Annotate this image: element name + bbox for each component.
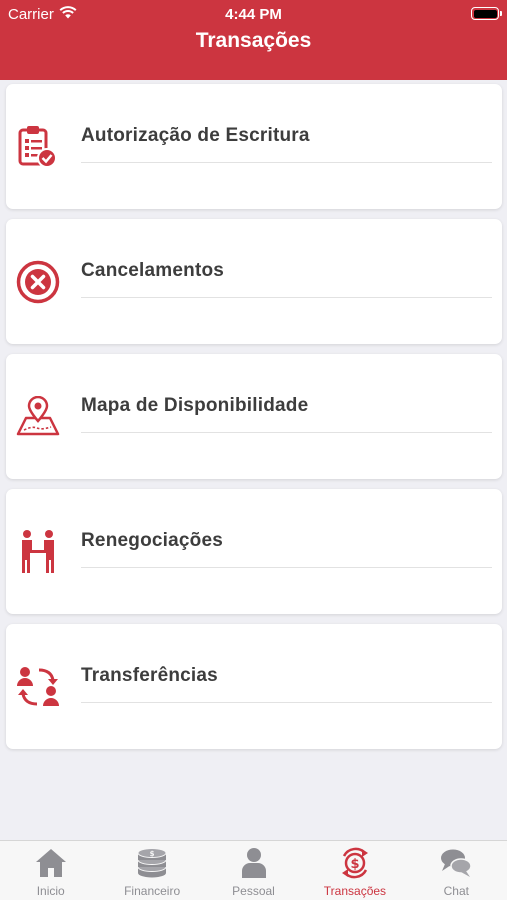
transactions-list: Autorização de Escritura Cancelamentos M… [6, 84, 502, 759]
tab-chat[interactable]: Chat [406, 841, 507, 900]
status-bar: Carrier 4:44 PM [0, 0, 507, 28]
divider [81, 567, 492, 568]
transaction-item-label: Autorização de Escritura [81, 125, 310, 146]
tab-label: Inicio [36, 884, 65, 898]
navigation-header: Carrier 4:44 PM Transações [0, 0, 507, 80]
home-icon [34, 847, 68, 879]
transaction-item-renegociacoes[interactable]: Renegociações [6, 489, 502, 614]
tab-label: Pessoal [232, 884, 275, 898]
divider [81, 297, 492, 298]
tab-label: Transações [323, 884, 387, 898]
chat-icon [439, 847, 473, 879]
cancel-circle-icon [14, 258, 62, 306]
transaction-item-label: Transferências [81, 665, 218, 686]
transaction-item-label: Mapa de Disponibilidade [81, 395, 309, 416]
tab-label: Chat [443, 884, 469, 898]
map-pin-icon [14, 393, 62, 441]
transfer-users-icon [14, 663, 62, 711]
page-title: Transações [195, 29, 312, 52]
transaction-item-cancelamentos[interactable]: Cancelamentos [6, 219, 502, 344]
tab-bar: Inicio $ Financeiro Pessoal $ Transações… [0, 840, 507, 900]
handshake-icon [14, 528, 62, 576]
transaction-item-transferencias[interactable]: Transferências [6, 624, 502, 749]
battery-icon [471, 7, 502, 20]
status-time: 4:44 PM [225, 6, 282, 23]
svg-text:$: $ [150, 850, 155, 858]
divider [81, 702, 492, 703]
transaction-item-label: Renegociações [81, 530, 223, 551]
divider [81, 162, 492, 163]
transaction-item-autorizacao-escritura[interactable]: Autorização de Escritura [6, 84, 502, 209]
tab-financeiro[interactable]: $ Financeiro [101, 841, 202, 900]
tab-pessoal[interactable]: Pessoal [203, 841, 304, 900]
transaction-item-mapa-disponibilidade[interactable]: Mapa de Disponibilidade [6, 354, 502, 479]
tab-transacoes[interactable]: $ Transações [304, 841, 405, 900]
tab-inicio[interactable]: Inicio [0, 841, 101, 900]
tab-label: Financeiro [124, 884, 181, 898]
clipboard-check-icon [14, 123, 62, 171]
svg-text:$: $ [350, 857, 359, 872]
divider [81, 432, 492, 433]
transaction-item-label: Cancelamentos [81, 260, 225, 281]
user-icon [237, 847, 271, 879]
money-exchange-icon: $ [338, 847, 372, 879]
coins-icon: $ [135, 847, 169, 879]
